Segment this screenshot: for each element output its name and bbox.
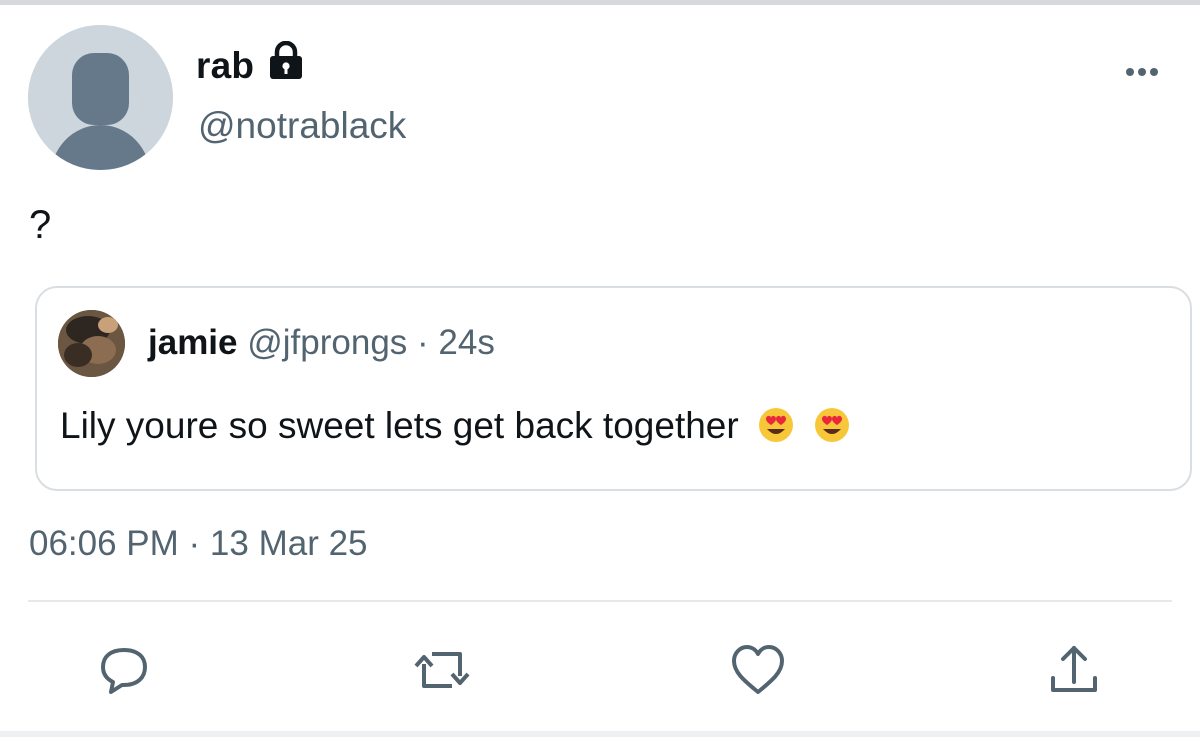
bottom-border <box>0 731 1200 737</box>
quoted-avatar-photo <box>58 310 125 377</box>
share-icon <box>1051 646 1097 692</box>
like-button[interactable] <box>728 640 788 700</box>
tweet-timestamp[interactable]: 06:06 PM · 13 Mar 25 <box>29 522 368 566</box>
heart-icon <box>732 645 784 694</box>
quoted-tweet-card[interactable] <box>35 286 1192 491</box>
default-avatar-icon <box>28 25 173 170</box>
author-handle[interactable]: @notrablack <box>198 102 406 150</box>
avatar[interactable] <box>28 25 173 170</box>
reply-button[interactable] <box>94 640 154 700</box>
lock-icon <box>270 41 302 79</box>
retweet-icon <box>414 652 470 688</box>
retweet-button[interactable] <box>412 640 472 700</box>
divider <box>28 600 1172 602</box>
heart-eyes-emoji-icon <box>815 408 850 442</box>
tweet-text: ? <box>29 203 52 247</box>
quoted-author-name[interactable]: jamie <box>148 323 238 362</box>
quoted-author-handle[interactable]: @jfprongs <box>247 323 407 362</box>
separator-dot: · <box>417 323 439 362</box>
quoted-tweet-text: Lily youre so sweet lets get back togeth… <box>60 402 851 450</box>
author-name[interactable]: rab <box>196 44 254 88</box>
quoted-tweet-body: Lily youre so sweet lets get back togeth… <box>60 405 739 446</box>
share-button[interactable] <box>1044 640 1104 700</box>
more-options-icon[interactable] <box>1122 64 1162 80</box>
heart-eyes-emoji-icon <box>758 408 793 442</box>
quoted-tweet-header: jamie @jfprongs · 24s <box>148 322 495 364</box>
quoted-author-avatar[interactable] <box>58 310 125 377</box>
reply-icon <box>101 648 147 694</box>
quoted-time-ago[interactable]: 24s <box>438 323 494 362</box>
top-border <box>0 0 1200 5</box>
